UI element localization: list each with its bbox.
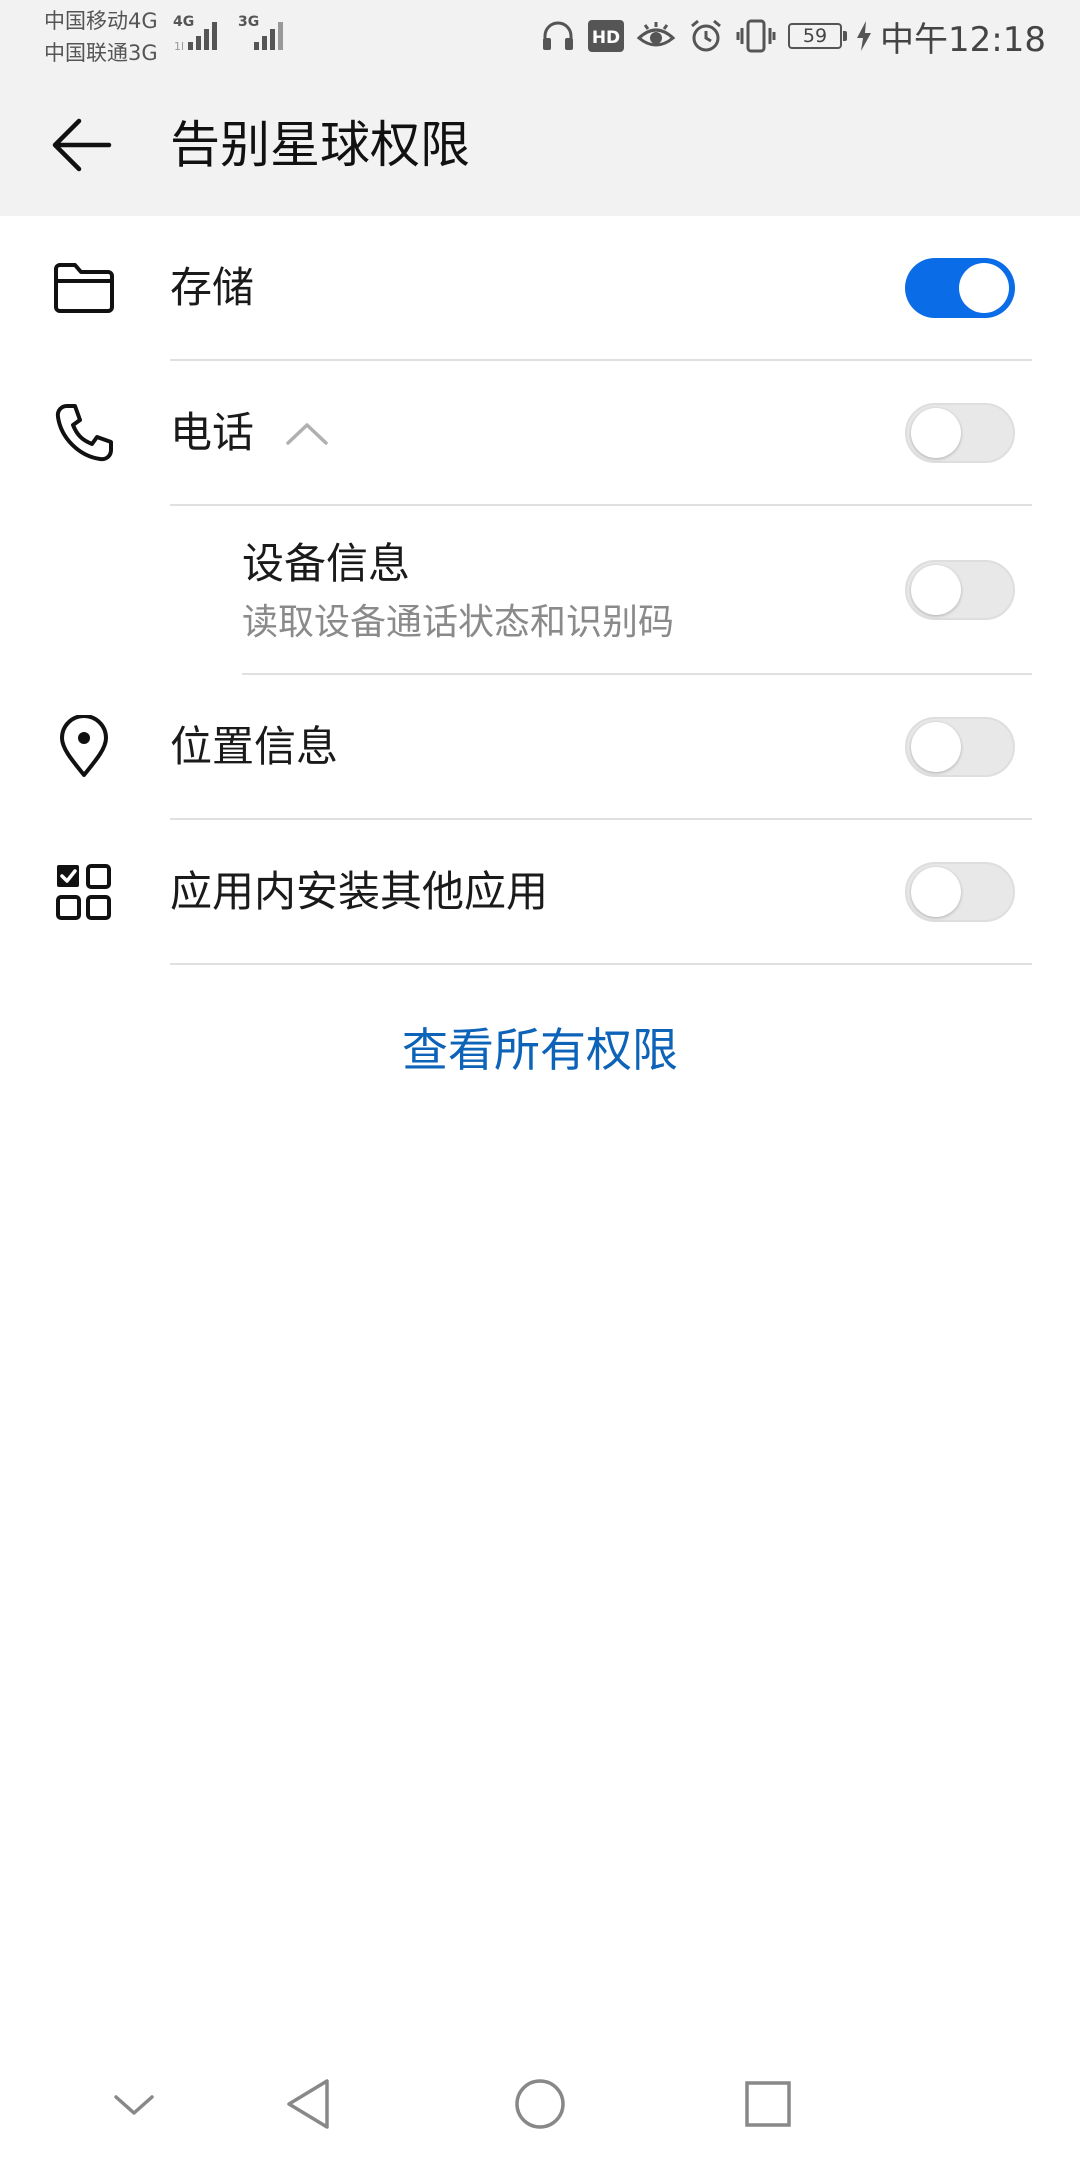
device-info-title: 设备信息 <box>242 539 411 588</box>
navigation-bar <box>0 2044 1080 2160</box>
charging-bolt-icon <box>856 18 872 54</box>
circle-home-icon <box>515 2079 565 2129</box>
phone-toggle[interactable] <box>905 403 1015 463</box>
chevron-up-icon[interactable] <box>284 419 330 449</box>
location-pin-icon <box>48 711 120 783</box>
status-clock: 中午12:18 <box>880 19 1046 60</box>
permission-label-location: 位置信息 <box>170 722 339 771</box>
device-info-toggle[interactable] <box>905 560 1015 620</box>
nav-home-button[interactable] <box>508 2072 572 2136</box>
vibrate-icon <box>736 18 776 54</box>
page-title: 告别星球权限 <box>170 116 470 174</box>
nav-back-button[interactable] <box>276 2072 340 2136</box>
toggle-knob <box>911 722 961 772</box>
chevron-down-icon <box>114 2095 154 2115</box>
triangle-back-icon <box>287 2079 329 2129</box>
device-info-description: 读取设备通话状态和识别码 <box>242 602 675 643</box>
nav-recents-button[interactable] <box>736 2072 800 2136</box>
app-bar: 告别星球权限 <box>0 72 1080 216</box>
arrow-left-icon <box>52 118 112 172</box>
permission-row-install-apps: 应用内安装其他应用 <box>0 820 1080 964</box>
toggle-knob <box>911 867 961 917</box>
phone-icon <box>48 397 120 469</box>
permission-label-phone: 电话 <box>170 408 255 457</box>
permission-subrow-device-info: 设备信息 读取设备通话状态和识别码 <box>0 506 1080 674</box>
hd-icon: HD <box>588 18 625 54</box>
eye-comfort-icon <box>636 18 676 54</box>
app-grid-icon <box>48 856 120 928</box>
view-all-permissions-link[interactable]: 查看所有权限 <box>0 1015 1080 1085</box>
headphones-icon <box>540 18 576 54</box>
carrier-secondary: 中国联通3G <box>44 41 158 65</box>
permission-label-storage: 存储 <box>170 263 255 312</box>
svg-text:HD: HD <box>592 28 620 48</box>
toggle-knob <box>911 565 961 615</box>
toggle-knob <box>959 263 1009 313</box>
status-icons: HD 59 中午12:18 <box>528 14 1046 60</box>
status-bar: 中国移动4G 中国联通3G 4G 1l 3G HD 59 中午12:18 <box>0 0 1080 72</box>
back-button[interactable] <box>42 110 122 180</box>
storage-toggle[interactable] <box>905 258 1015 318</box>
permission-row-phone[interactable]: 电话 <box>0 361 1080 505</box>
location-toggle[interactable] <box>905 717 1015 777</box>
signal-strength-icon: 1l <box>174 22 217 52</box>
carrier-primary: 中国移动4G <box>44 9 158 33</box>
hide-nav-button[interactable] <box>102 2072 166 2136</box>
divider <box>170 963 1032 965</box>
alarm-icon <box>688 18 724 54</box>
svg-text:1l: 1l <box>174 40 184 52</box>
toggle-knob <box>911 408 961 458</box>
permission-label-install-apps: 应用内安装其他应用 <box>170 867 549 916</box>
square-recents-icon <box>745 2081 791 2127</box>
permissions-screen: 中国移动4G 中国联通3G 4G 1l 3G HD 59 中午12:18 告别星… <box>0 0 1080 2160</box>
battery-indicator: 59 <box>788 23 848 49</box>
signal-strength-2-icon <box>254 22 283 50</box>
permission-row-location: 位置信息 <box>0 675 1080 819</box>
permission-row-storage: 存储 <box>0 216 1080 360</box>
folder-icon <box>48 252 120 324</box>
install-apps-toggle[interactable] <box>905 862 1015 922</box>
